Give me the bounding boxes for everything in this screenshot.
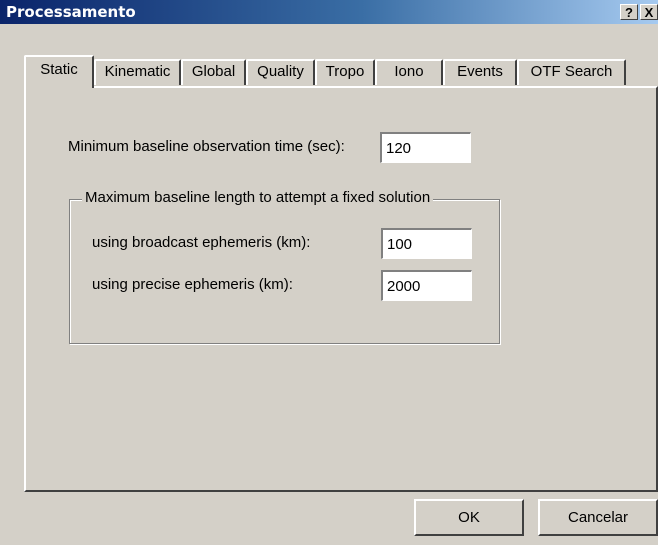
broadcast-ephemeris-label: using broadcast ephemeris (km): — [92, 234, 311, 251]
static-tab-panel: Minimum baseline observation time (sec):… — [24, 86, 658, 492]
tab-tropo[interactable]: Tropo — [315, 59, 375, 85]
help-button[interactable]: ? — [620, 4, 638, 20]
window-title: Processamento — [6, 3, 136, 21]
max-baseline-group-title: Maximum baseline length to attempt a fix… — [82, 189, 434, 206]
min-observation-time-input[interactable] — [380, 132, 471, 163]
broadcast-ephemeris-input[interactable] — [381, 228, 472, 259]
precise-ephemeris-label: using precise ephemeris (km): — [92, 276, 293, 293]
title-bar: Processamento ? X — [0, 0, 658, 24]
cancel-button[interactable]: Cancelar — [538, 499, 658, 536]
max-baseline-groupbox: Maximum baseline length to attempt a fix… — [69, 189, 500, 344]
tab-quality[interactable]: Quality — [246, 59, 315, 85]
tab-static[interactable]: Static — [24, 55, 94, 88]
tab-iono[interactable]: Iono — [375, 59, 443, 85]
close-button[interactable]: X — [640, 4, 658, 20]
ok-button[interactable]: OK — [414, 499, 524, 536]
tab-events[interactable]: Events — [443, 59, 517, 85]
tab-kinematic[interactable]: Kinematic — [94, 59, 181, 85]
precise-ephemeris-input[interactable] — [381, 270, 472, 301]
min-observation-time-label: Minimum baseline observation time (sec): — [68, 138, 345, 155]
tab-otf-search[interactable]: OTF Search — [517, 59, 626, 85]
tab-global[interactable]: Global — [181, 59, 246, 85]
